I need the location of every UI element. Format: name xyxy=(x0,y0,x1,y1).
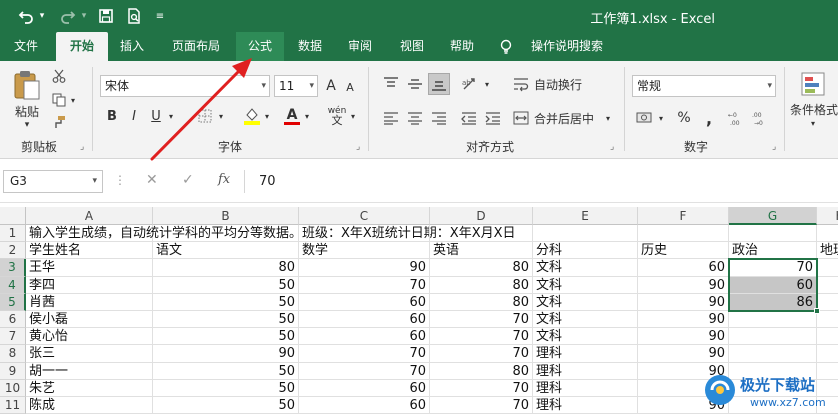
annotation-arrow xyxy=(150,58,252,161)
